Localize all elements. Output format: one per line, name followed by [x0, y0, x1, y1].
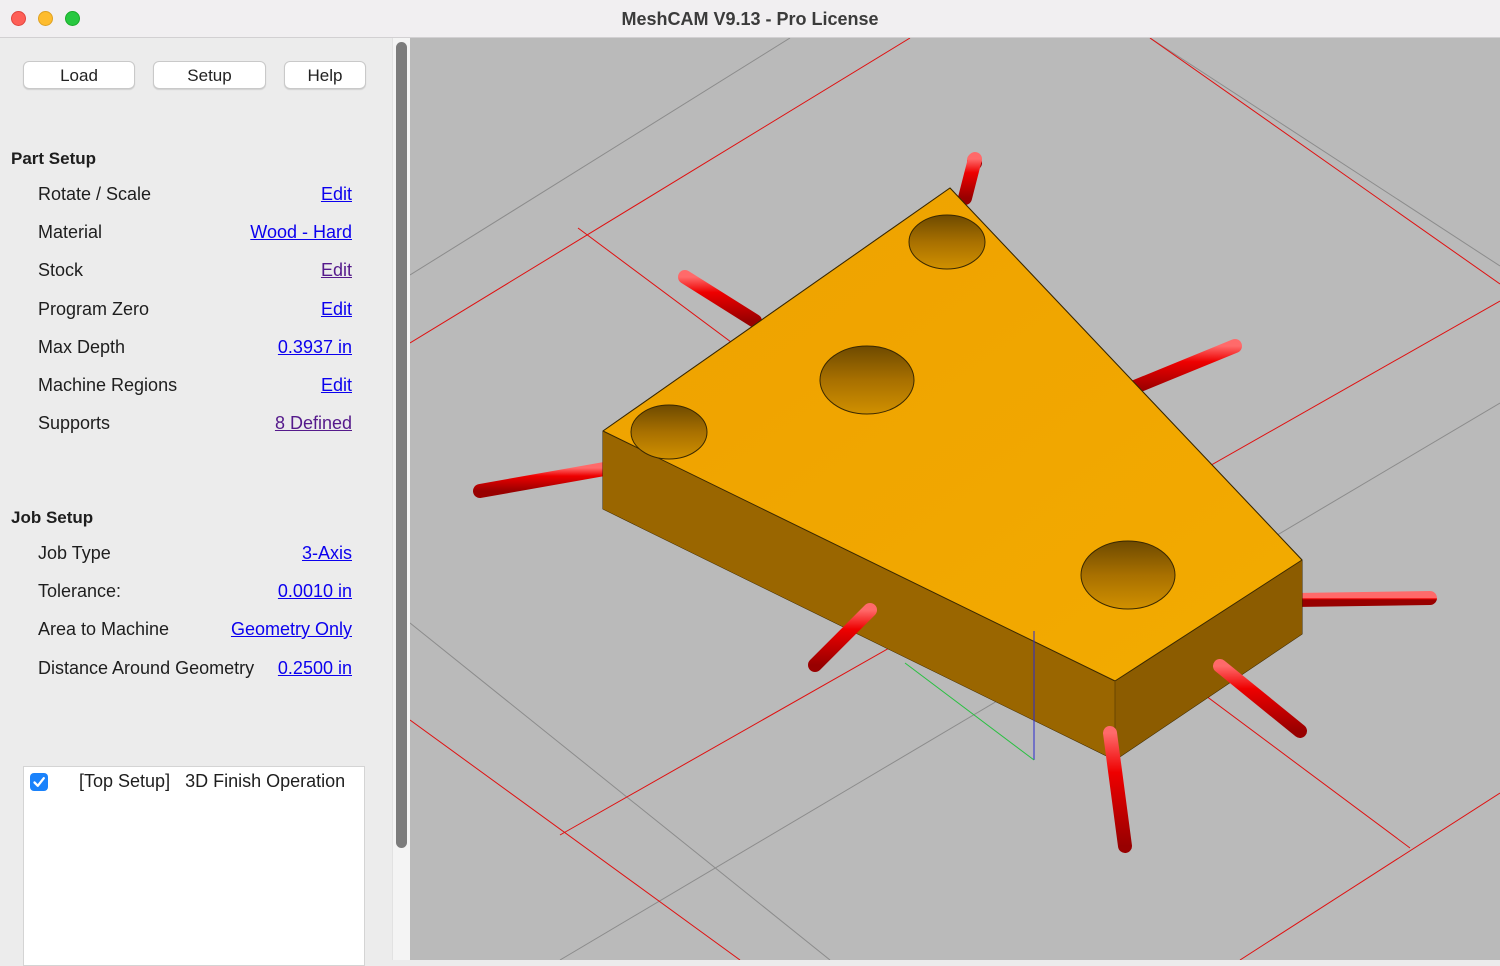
rotate-scale-label: Rotate / Scale	[38, 184, 152, 204]
tolerance-label: Tolerance:	[38, 581, 122, 601]
job-setup-heading: Job Setup	[11, 508, 94, 527]
scrollbar-thumb[interactable]	[396, 42, 407, 848]
part-setup-heading: Part Setup	[11, 149, 97, 168]
machine-regions-row: Machine Regions Edit	[38, 375, 352, 399]
operation-name: 3D Finish Operation	[185, 771, 346, 791]
sidebar-scrollbar[interactable]	[392, 38, 410, 960]
load-button[interactable]: Load	[23, 61, 135, 89]
part-body	[602, 187, 1303, 761]
area-to-machine-label: Area to Machine	[38, 619, 170, 639]
stock-label: Stock	[38, 260, 84, 280]
supports-link[interactable]: 8 Defined	[275, 413, 352, 434]
rotate-scale-row: Rotate / Scale Edit	[38, 184, 352, 208]
max-depth-row: Max Depth 0.3937 in	[38, 337, 352, 361]
3d-scene	[410, 38, 1500, 960]
rotate-scale-edit-link[interactable]: Edit	[321, 184, 352, 205]
distance-around-geometry-link[interactable]: 0.2500 in	[278, 658, 352, 679]
title-bar: MeshCAM V9.13 - Pro License	[0, 0, 1500, 38]
machine-regions-label: Machine Regions	[38, 375, 178, 395]
program-zero-row: Program Zero Edit	[38, 299, 352, 323]
operation-checkbox[interactable]	[30, 773, 48, 791]
stock-row: Stock Edit	[38, 260, 352, 284]
area-to-machine-row: Area to Machine Geometry Only	[38, 619, 352, 643]
area-to-machine-link[interactable]: Geometry Only	[231, 619, 352, 640]
job-type-link[interactable]: 3-Axis	[302, 543, 352, 564]
machine-regions-edit-link[interactable]: Edit	[321, 375, 352, 396]
max-depth-label: Max Depth	[38, 337, 126, 357]
job-type-row: Job Type 3-Axis	[38, 543, 352, 567]
supports-label: Supports	[38, 413, 111, 433]
max-depth-link[interactable]: 0.3937 in	[278, 337, 352, 358]
checkmark-icon	[33, 777, 45, 787]
program-zero-edit-link[interactable]: Edit	[321, 299, 352, 320]
material-row: Material Wood - Hard	[38, 222, 352, 246]
3d-viewport[interactable]	[410, 38, 1500, 960]
operation-item[interactable]: [Top Setup] 3D Finish Operation	[79, 771, 345, 792]
program-zero-label: Program Zero	[38, 299, 150, 319]
help-button[interactable]: Help	[284, 61, 366, 89]
sidebar: Load Setup Help Part Setup Rotate / Scal…	[0, 38, 392, 966]
tolerance-row: Tolerance: 0.0010 in	[38, 581, 352, 605]
distance-around-geometry-label: Distance Around Geometry	[38, 658, 255, 678]
window-title: MeshCAM V9.13 - Pro License	[621, 9, 879, 29]
setup-button[interactable]: Setup	[153, 61, 266, 89]
material-label: Material	[38, 222, 103, 242]
supports-row: Supports 8 Defined	[38, 413, 352, 437]
stock-edit-link[interactable]: Edit	[321, 260, 352, 281]
operation-setup: [Top Setup]	[79, 771, 171, 791]
job-type-label: Job Type	[38, 543, 111, 563]
tolerance-link[interactable]: 0.0010 in	[278, 581, 352, 602]
material-link[interactable]: Wood - Hard	[250, 222, 352, 243]
operations-list[interactable]: [Top Setup] 3D Finish Operation	[23, 766, 365, 966]
distance-around-geometry-row: Distance Around Geometry 0.2500 in	[38, 658, 352, 682]
